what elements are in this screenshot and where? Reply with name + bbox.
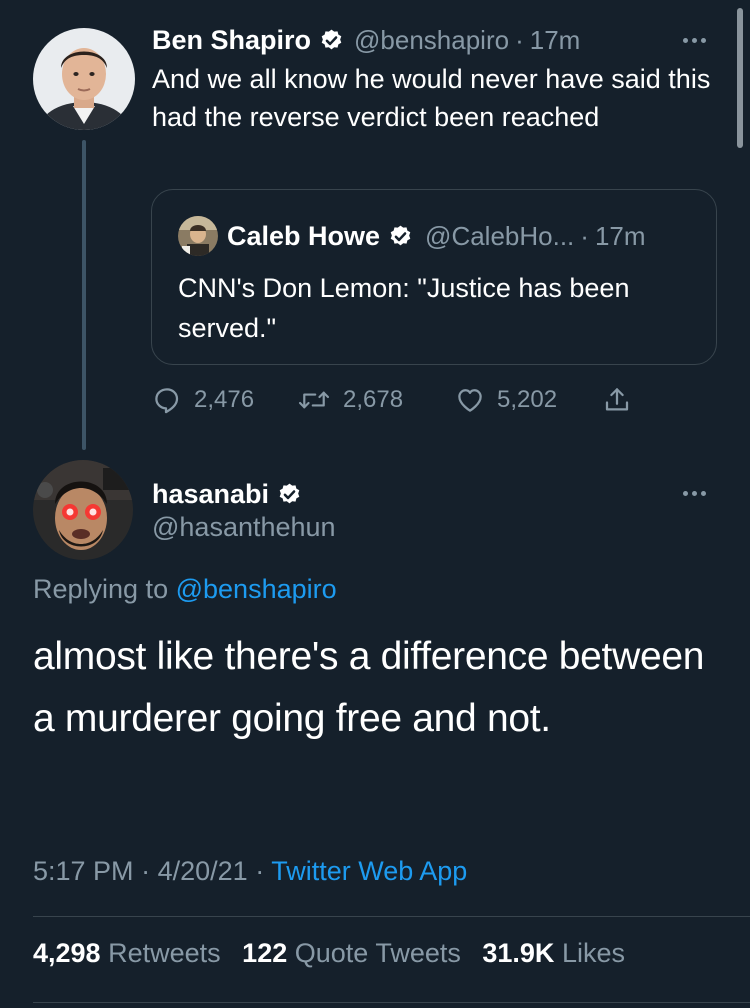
quoted-tweet-text: CNN's Don Lemon: "Justice has been serve… <box>178 273 630 343</box>
quote-tweets-count: 122 <box>242 938 288 968</box>
separator-dot: · <box>580 220 589 251</box>
tweet-meta: 5:17 PM · 4/20/21 · Twitter Web App <box>33 856 467 887</box>
likes-label: Likes <box>561 938 625 968</box>
quoted-tweet-time[interactable]: 17m <box>595 221 646 252</box>
author-handle[interactable]: @hasanthehun <box>152 512 336 543</box>
tweet-stats-row: 4,298 Retweets 122 Quote Tweets 31.9K Li… <box>33 938 639 969</box>
scrollbar-thumb[interactable] <box>737 8 743 148</box>
replying-to-label: Replying to <box>33 574 169 604</box>
retweets-label: Retweets <box>108 938 221 968</box>
replying-to-mention-link[interactable]: @benshapiro <box>176 574 337 604</box>
avatar-hasanabi[interactable] <box>33 460 133 560</box>
retweet-button[interactable]: 2,678 <box>297 385 455 415</box>
quoted-tweet-header: Caleb Howe @CalebHo... · 17m <box>227 216 646 256</box>
retweets-count: 4,298 <box>33 938 101 968</box>
tweet-source-link[interactable]: Twitter Web App <box>271 856 467 886</box>
reply-count: 2,476 <box>194 386 255 413</box>
separator-dot: · <box>255 856 265 886</box>
like-button[interactable]: 5,202 <box>455 385 602 415</box>
verified-badge-icon <box>388 224 413 249</box>
quoted-author-name[interactable]: Caleb Howe <box>227 221 380 252</box>
author-name[interactable]: hasanabi <box>152 479 269 510</box>
reply-button[interactable]: 2,476 <box>152 385 297 415</box>
retweets-stat[interactable]: 4,298 Retweets <box>33 938 221 968</box>
tweet-thread-page: Ben Shapiro @benshapiro · 17m And we all… <box>0 0 750 1008</box>
separator-dot: · <box>515 24 524 55</box>
divider <box>33 916 750 917</box>
author-handle[interactable]: @benshapiro <box>354 25 509 56</box>
avatar-ben-shapiro[interactable] <box>33 28 135 130</box>
divider <box>33 1002 750 1003</box>
heart-icon <box>455 385 485 415</box>
main-tweet-name-row: hasanabi <box>152 474 312 514</box>
tweet-timestamp[interactable]: 5:17 PM <box>33 856 134 886</box>
share-icon <box>602 385 632 415</box>
parent-tweet-header: Ben Shapiro @benshapiro · 17m <box>152 20 580 60</box>
parent-tweet-text: And we all know he would never have said… <box>152 64 711 132</box>
retweet-icon <box>297 385 331 415</box>
reply-bubble-icon <box>152 385 182 415</box>
tweet-action-bar: 2,476 2,678 5,202 <box>152 378 632 422</box>
more-options-icon[interactable] <box>683 38 706 43</box>
likes-count: 31.9K <box>482 938 555 968</box>
share-button[interactable] <box>602 385 632 415</box>
tweet-time[interactable]: 17m <box>530 25 581 56</box>
thread-connector-line <box>82 140 86 450</box>
author-name[interactable]: Ben Shapiro <box>152 25 311 56</box>
avatar-caleb-howe[interactable] <box>178 216 218 256</box>
verified-badge-icon <box>277 482 302 507</box>
replying-to-line: Replying to @benshapiro <box>33 574 337 605</box>
tweet-date[interactable]: 4/20/21 <box>158 856 248 886</box>
like-count: 5,202 <box>497 386 558 413</box>
quote-tweets-stat[interactable]: 122 Quote Tweets <box>242 938 461 968</box>
separator-dot: · <box>141 856 151 886</box>
likes-stat[interactable]: 31.9K Likes <box>482 938 625 968</box>
quoted-author-handle[interactable]: @CalebHo... <box>425 221 574 252</box>
more-options-icon[interactable] <box>683 491 706 496</box>
main-tweet-text: almost like there's a difference between… <box>33 635 705 740</box>
quote-tweets-label: Quote Tweets <box>294 938 461 968</box>
verified-badge-icon <box>319 28 344 53</box>
retweet-count: 2,678 <box>343 386 404 413</box>
